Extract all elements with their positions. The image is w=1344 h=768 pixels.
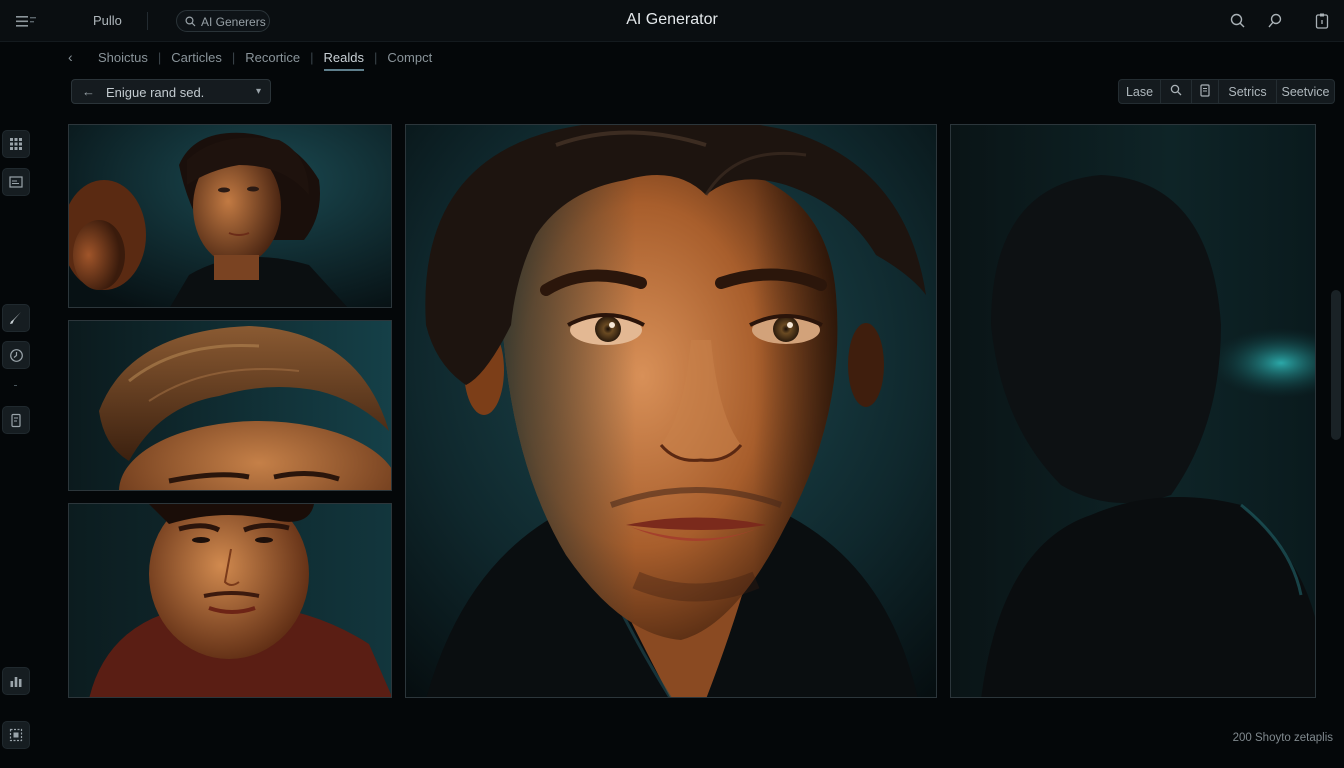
shadow-silhouette[interactable]	[950, 124, 1316, 698]
toolbar-search-button[interactable]	[1161, 80, 1192, 103]
grid-icon[interactable]	[2, 130, 30, 158]
view-toolbar: Lase Setrics Seetvice	[1118, 79, 1335, 104]
scrollbar[interactable]	[1331, 290, 1341, 440]
document-icon[interactable]	[2, 406, 30, 434]
thumbnail-hair-closeup[interactable]	[68, 320, 392, 491]
stats-icon[interactable]	[2, 667, 30, 695]
clock-icon[interactable]	[2, 341, 30, 369]
top-bar: Pullo AI Generers AI Generator	[0, 0, 1344, 42]
layout-icon[interactable]	[2, 168, 30, 196]
service-button[interactable]: Seetvice	[1277, 80, 1334, 103]
chevron-left-icon[interactable]: ‹	[68, 49, 88, 65]
sidebar-divider	[14, 385, 17, 386]
toolbar-document-button[interactable]	[1192, 80, 1219, 103]
search-icon[interactable]	[1229, 12, 1247, 30]
tab-shoictus[interactable]: Shoictus	[88, 50, 158, 65]
chevron-down-icon: ▾	[255, 86, 261, 97]
last-button[interactable]: Lase	[1119, 80, 1161, 103]
tab-realds[interactable]: Realds	[314, 50, 374, 71]
tab-recortice[interactable]: Recortice	[235, 50, 310, 65]
thumbnail-stern-face[interactable]	[68, 503, 392, 698]
search-icon	[1170, 84, 1182, 99]
settings-button[interactable]: Setrics	[1219, 80, 1277, 103]
model-select-value: Enigue rand sed.	[106, 85, 205, 100]
frame-icon[interactable]	[2, 721, 30, 749]
document-icon	[1199, 83, 1211, 100]
status-text: 200 Shoyto zetaplis	[1232, 732, 1333, 744]
main-portrait[interactable]	[405, 124, 937, 698]
brush-icon[interactable]	[2, 304, 30, 332]
arrow-left-icon: ←	[82, 84, 95, 99]
tab-compct[interactable]: Compct	[377, 50, 442, 65]
app-title: AI Generator	[626, 11, 718, 28]
pin-search-icon[interactable]	[1266, 12, 1284, 30]
nav-tabs: ‹ Shoictus | Carticles | Recortice | Rea…	[68, 46, 442, 71]
thumbnail-man-profile[interactable]	[68, 124, 392, 308]
tab-carticles[interactable]: Carticles	[161, 50, 232, 65]
clipboard-icon[interactable]	[1313, 12, 1331, 30]
model-select[interactable]: ← Enigue rand sed. ▾	[71, 79, 271, 104]
